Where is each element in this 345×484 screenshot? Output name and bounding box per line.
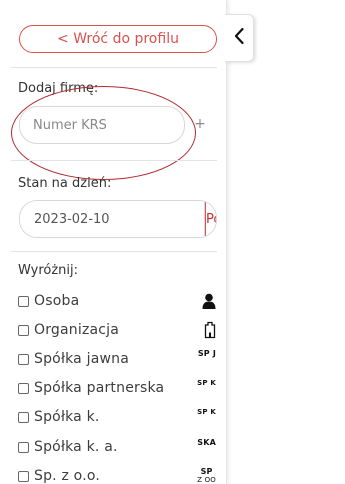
building-icon [204, 321, 216, 339]
checkbox[interactable] [18, 470, 29, 482]
date-input-group: Pokaż [19, 200, 217, 238]
chevron-left-icon [233, 27, 245, 49]
divider [11, 67, 217, 68]
checkbox[interactable] [18, 353, 29, 365]
checkbox[interactable] [18, 295, 29, 307]
back-to-profile-button[interactable]: < Wróć do profilu [19, 25, 217, 53]
show-button[interactable]: Pokaż [205, 201, 216, 237]
add-company-label: Dodaj firmę: [18, 81, 99, 96]
state-date-label: Stan na dzień: [18, 176, 112, 191]
person-icon [202, 293, 216, 309]
filter-spolka-ka[interactable]: Spółka k. a. SKA [18, 436, 218, 458]
sp-zoo-icon: SP Z OO [197, 467, 216, 484]
filter-label: Spółka jawna [34, 351, 129, 367]
divider [11, 160, 217, 161]
divider [11, 251, 217, 252]
filter-organizacja[interactable]: Organizacja [18, 319, 218, 341]
sp-j-icon: SP J [197, 349, 216, 358]
date-input[interactable] [20, 201, 205, 237]
checkbox[interactable] [18, 411, 29, 423]
filter-label: Spółka k. [34, 409, 100, 425]
filter-label: Organizacja [34, 322, 120, 338]
filter-osoba[interactable]: Osoba [18, 290, 218, 312]
sp-k-icon: SP K [197, 408, 216, 416]
filter-sp-zoo[interactable]: Sp. z o.o. SP Z OO [18, 465, 218, 484]
krs-number-input[interactable] [19, 106, 185, 144]
filter-label: Osoba [34, 293, 80, 309]
filter-label: Sp. z o.o. [34, 468, 101, 484]
collapse-sidebar-button[interactable] [225, 14, 254, 62]
show-button-label: Pokaż [206, 211, 216, 227]
checkbox[interactable] [18, 324, 29, 336]
add-company-button[interactable]: + [193, 115, 207, 133]
filter-label: Spółka k. a. [34, 439, 118, 455]
sp-k-icon: SP K [197, 379, 216, 387]
filter-spolka-partnerska[interactable]: Spółka partnerska SP K [18, 377, 218, 399]
checkbox[interactable] [18, 441, 29, 453]
filter-spolka-k[interactable]: Spółka k. SP K [18, 406, 218, 428]
ska-icon: SKA [197, 438, 216, 447]
filter-spolka-jawna[interactable]: Spółka jawna SP J [18, 348, 218, 370]
sidebar-panel: < Wróć do profilu Dodaj firmę: + Stan na… [0, 0, 227, 484]
filter-label: Spółka partnerska [34, 380, 165, 396]
highlight-label: Wyróżnij: [18, 263, 78, 278]
back-to-profile-label: < Wróć do profilu [57, 31, 179, 47]
checkbox[interactable] [18, 382, 29, 394]
